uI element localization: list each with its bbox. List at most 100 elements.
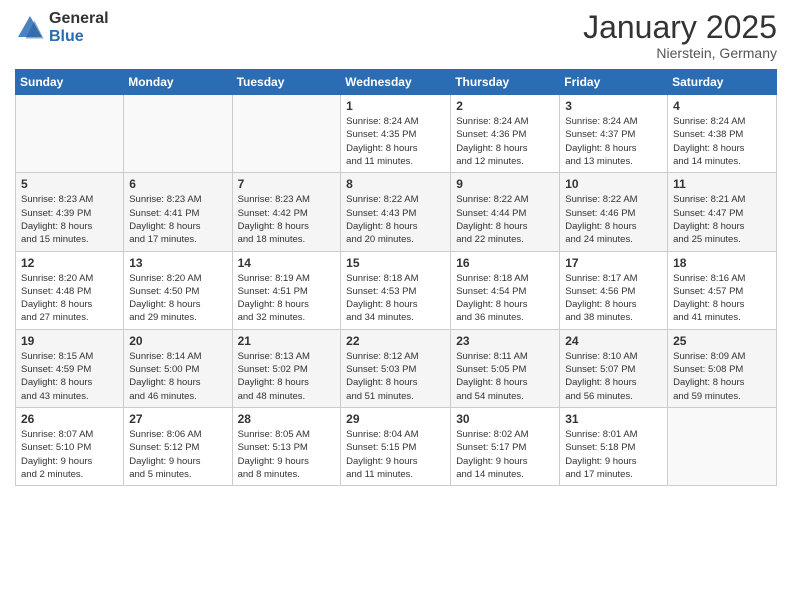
calendar-cell: 27 Sunrise: 8:06 AM Sunset: 5:12 PM Dayli… — [124, 407, 232, 485]
day-number: 31 — [565, 412, 662, 426]
day-number: 11 — [673, 177, 771, 191]
day-number: 7 — [238, 177, 336, 191]
day-number: 27 — [129, 412, 226, 426]
day-number: 22 — [346, 334, 445, 348]
day-info: Sunrise: 8:20 AM Sunset: 4:50 PM Dayligh… — [129, 272, 226, 325]
day-info: Sunrise: 8:16 AM Sunset: 4:57 PM Dayligh… — [673, 272, 771, 325]
day-info: Sunrise: 8:23 AM Sunset: 4:41 PM Dayligh… — [129, 193, 226, 246]
calendar-cell: 8 Sunrise: 8:22 AM Sunset: 4:43 PM Daylig… — [341, 173, 451, 251]
day-number: 26 — [21, 412, 118, 426]
day-info: Sunrise: 8:14 AM Sunset: 5:00 PM Dayligh… — [129, 350, 226, 403]
logo: General Blue — [15, 10, 109, 45]
day-info: Sunrise: 8:22 AM Sunset: 4:43 PM Dayligh… — [346, 193, 445, 246]
calendar-page: General Blue January 2025 Nierstein, Ger… — [0, 0, 792, 612]
calendar-cell: 15Sunrise: 8:18 AM Sunset: 4:53 PM Dayli… — [341, 251, 451, 329]
day-info: Sunrise: 8:24 AM Sunset: 4:37 PM Dayligh… — [565, 115, 662, 168]
calendar-cell — [124, 95, 232, 173]
calendar-cell: 26 Sunrise: 8:07 AM Sunset: 5:10 PM Dayli… — [16, 407, 124, 485]
calendar-week-row: 1Sunrise: 8:24 AM Sunset: 4:35 PM Daylig… — [16, 95, 777, 173]
day-info: Sunrise: 8:21 AM Sunset: 4:47 PM Dayligh… — [673, 193, 771, 246]
calendar-cell: 3 Sunrise: 8:24 AM Sunset: 4:37 PM Daylig… — [560, 95, 668, 173]
day-number: 16 — [456, 256, 554, 270]
calendar-cell: 10Sunrise: 8:22 AM Sunset: 4:46 PM Dayli… — [560, 173, 668, 251]
calendar-cell — [668, 407, 777, 485]
day-number: 24 — [565, 334, 662, 348]
day-number: 14 — [238, 256, 336, 270]
calendar-cell — [16, 95, 124, 173]
calendar-cell: 16 Sunrise: 8:18 AM Sunset: 4:54 PM Dayli… — [451, 251, 560, 329]
day-info: Sunrise: 8:18 AM Sunset: 4:53 PM Dayligh… — [346, 272, 445, 325]
day-info: Sunrise: 8:15 AM Sunset: 4:59 PM Dayligh… — [21, 350, 118, 403]
day-number: 21 — [238, 334, 336, 348]
day-info: Sunrise: 8:24 AM Sunset: 4:38 PM Dayligh… — [673, 115, 771, 168]
day-info: Sunrise: 8:01 AM Sunset: 5:18 PM Dayligh… — [565, 428, 662, 481]
day-info: Sunrise: 8:24 AM Sunset: 4:36 PM Dayligh… — [456, 115, 554, 168]
day-info: Sunrise: 8:22 AM Sunset: 4:44 PM Dayligh… — [456, 193, 554, 246]
day-number: 18 — [673, 256, 771, 270]
day-info: Sunrise: 8:22 AM Sunset: 4:46 PM Dayligh… — [565, 193, 662, 246]
day-info: Sunrise: 8:10 AM Sunset: 5:07 PM Dayligh… — [565, 350, 662, 403]
logo-icon — [15, 13, 45, 43]
day-info: Sunrise: 8:23 AM Sunset: 4:42 PM Dayligh… — [238, 193, 336, 246]
calendar-cell: 22 Sunrise: 8:12 AM Sunset: 5:03 PM Dayli… — [341, 329, 451, 407]
day-info: Sunrise: 8:06 AM Sunset: 5:12 PM Dayligh… — [129, 428, 226, 481]
day-number: 4 — [673, 99, 771, 113]
day-info: Sunrise: 8:12 AM Sunset: 5:03 PM Dayligh… — [346, 350, 445, 403]
day-info: Sunrise: 8:19 AM Sunset: 4:51 PM Dayligh… — [238, 272, 336, 325]
weekday-header-row: SundayMondayTuesdayWednesdayThursdayFrid… — [16, 70, 777, 95]
page-header: General Blue January 2025 Nierstein, Ger… — [15, 10, 777, 61]
calendar-cell: 30Sunrise: 8:02 AM Sunset: 5:17 PM Dayli… — [451, 407, 560, 485]
calendar-cell: 13 Sunrise: 8:20 AM Sunset: 4:50 PM Dayli… — [124, 251, 232, 329]
day-number: 8 — [346, 177, 445, 191]
calendar-cell: 7 Sunrise: 8:23 AM Sunset: 4:42 PM Daylig… — [232, 173, 341, 251]
calendar-cell: 12Sunrise: 8:20 AM Sunset: 4:48 PM Dayli… — [16, 251, 124, 329]
title-block: January 2025 Nierstein, Germany — [583, 10, 777, 61]
day-info: Sunrise: 8:13 AM Sunset: 5:02 PM Dayligh… — [238, 350, 336, 403]
day-number: 5 — [21, 177, 118, 191]
calendar-cell: 6 Sunrise: 8:23 AM Sunset: 4:41 PM Daylig… — [124, 173, 232, 251]
day-number: 20 — [129, 334, 226, 348]
calendar-cell: 1Sunrise: 8:24 AM Sunset: 4:35 PM Daylig… — [341, 95, 451, 173]
calendar-cell: 31 Sunrise: 8:01 AM Sunset: 5:18 PM Dayli… — [560, 407, 668, 485]
location-subtitle: Nierstein, Germany — [583, 45, 777, 61]
day-info: Sunrise: 8:17 AM Sunset: 4:56 PM Dayligh… — [565, 272, 662, 325]
calendar-week-row: 26 Sunrise: 8:07 AM Sunset: 5:10 PM Dayli… — [16, 407, 777, 485]
day-info: Sunrise: 8:23 AM Sunset: 4:39 PM Dayligh… — [21, 193, 118, 246]
logo-blue-text: Blue — [49, 28, 109, 46]
weekday-header-wednesday: Wednesday — [341, 70, 451, 95]
calendar-week-row: 5 Sunrise: 8:23 AM Sunset: 4:39 PM Daylig… — [16, 173, 777, 251]
logo-general-text: General — [49, 10, 109, 28]
day-number: 13 — [129, 256, 226, 270]
day-info: Sunrise: 8:11 AM Sunset: 5:05 PM Dayligh… — [456, 350, 554, 403]
day-info: Sunrise: 8:04 AM Sunset: 5:15 PM Dayligh… — [346, 428, 445, 481]
day-number: 6 — [129, 177, 226, 191]
day-number: 17 — [565, 256, 662, 270]
calendar-cell: 28 Sunrise: 8:05 AM Sunset: 5:13 PM Dayli… — [232, 407, 341, 485]
calendar-cell: 18 Sunrise: 8:16 AM Sunset: 4:57 PM Dayli… — [668, 251, 777, 329]
calendar-cell: 21 Sunrise: 8:13 AM Sunset: 5:02 PM Dayli… — [232, 329, 341, 407]
day-number: 28 — [238, 412, 336, 426]
day-number: 2 — [456, 99, 554, 113]
logo-text: General Blue — [49, 10, 109, 45]
calendar-week-row: 19 Sunrise: 8:15 AM Sunset: 4:59 PM Dayli… — [16, 329, 777, 407]
day-info: Sunrise: 8:18 AM Sunset: 4:54 PM Dayligh… — [456, 272, 554, 325]
weekday-header-monday: Monday — [124, 70, 232, 95]
day-info: Sunrise: 8:02 AM Sunset: 5:17 PM Dayligh… — [456, 428, 554, 481]
day-number: 19 — [21, 334, 118, 348]
day-info: Sunrise: 8:05 AM Sunset: 5:13 PM Dayligh… — [238, 428, 336, 481]
weekday-header-tuesday: Tuesday — [232, 70, 341, 95]
calendar-cell: 24 Sunrise: 8:10 AM Sunset: 5:07 PM Dayli… — [560, 329, 668, 407]
calendar-cell: 20 Sunrise: 8:14 AM Sunset: 5:00 PM Dayli… — [124, 329, 232, 407]
weekday-header-friday: Friday — [560, 70, 668, 95]
calendar-cell: 5 Sunrise: 8:23 AM Sunset: 4:39 PM Daylig… — [16, 173, 124, 251]
calendar-cell: 4 Sunrise: 8:24 AM Sunset: 4:38 PM Daylig… — [668, 95, 777, 173]
calendar-cell: 29Sunrise: 8:04 AM Sunset: 5:15 PM Dayli… — [341, 407, 451, 485]
day-info: Sunrise: 8:24 AM Sunset: 4:35 PM Dayligh… — [346, 115, 445, 168]
day-number: 12 — [21, 256, 118, 270]
day-number: 3 — [565, 99, 662, 113]
day-info: Sunrise: 8:07 AM Sunset: 5:10 PM Dayligh… — [21, 428, 118, 481]
weekday-header-thursday: Thursday — [451, 70, 560, 95]
day-number: 9 — [456, 177, 554, 191]
weekday-header-saturday: Saturday — [668, 70, 777, 95]
calendar-cell: 14 Sunrise: 8:19 AM Sunset: 4:51 PM Dayli… — [232, 251, 341, 329]
